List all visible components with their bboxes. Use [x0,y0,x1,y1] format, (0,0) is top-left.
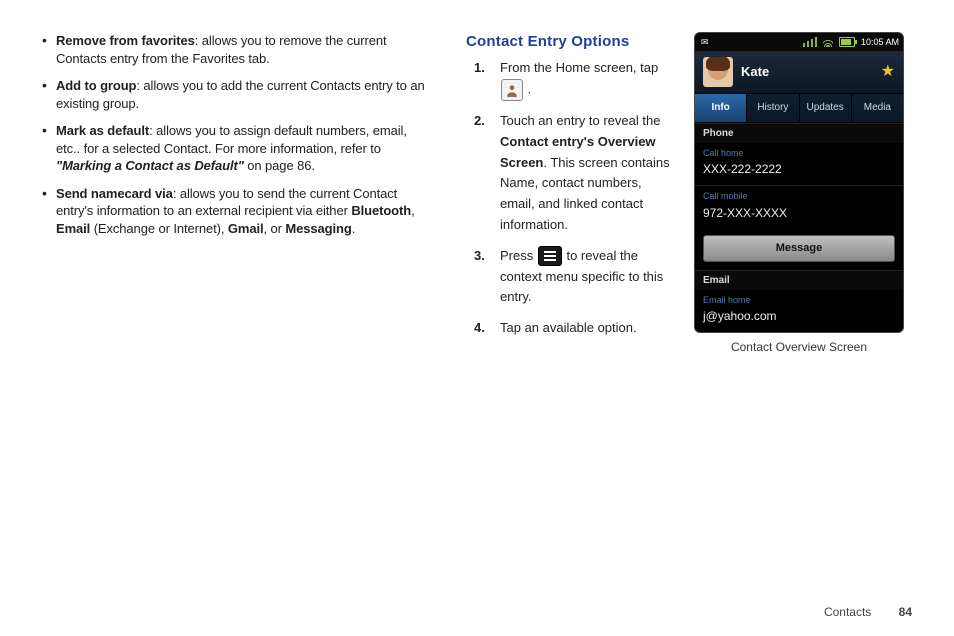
left-column: Remove from favorites: allows you to rem… [42,32,432,356]
tab-history[interactable]: History [747,94,799,122]
term: Send namecard via [56,186,173,201]
email-section: Email [695,270,903,291]
tab-updates[interactable]: Updates [800,94,852,122]
call-mobile-label: Call mobile [703,190,895,202]
clock: 10:05 AM [861,36,899,48]
call-mobile-number: 972-XXX-XXXX [703,205,895,221]
message-button[interactable]: Message [703,235,895,262]
tab-media[interactable]: Media [852,94,903,122]
step-3: Press to reveal the context menu specifi… [488,246,676,308]
email-home-value: j@yahoo.com [703,308,895,324]
bullet-add-to-group: Add to group: allows you to add the curr… [42,77,432,112]
email-home-label: Email home [703,294,895,306]
call-home-label: Call home [703,147,895,159]
term: Add to group [56,78,136,93]
contact-header: Kate ★ [695,51,903,94]
call-home-number: XXX-222-2222 [703,161,895,177]
avatar [703,57,733,87]
footer-page-number: 84 [899,605,912,619]
step-4: Tap an available option. [488,318,676,339]
section-heading: Contact Entry Options [466,32,676,52]
favorite-star-icon: ★ [881,61,895,83]
manual-page: Remove from favorites: allows you to rem… [0,0,954,636]
phone-screenshot: ✉ 10:05 AM Kate ★ Info [694,32,904,333]
tab-info[interactable]: Info [695,94,747,122]
phone-section: Phone [695,123,903,144]
options-bullet-list: Remove from favorites: allows you to rem… [42,32,432,237]
menu-hardkey-icon [538,246,562,266]
page-footer: Contacts 84 [824,604,912,620]
bullet-send-namecard: Send namecard via: allows you to send th… [42,185,432,238]
contact-name: Kate [741,63,769,81]
status-bar: ✉ 10:05 AM [695,33,903,51]
footer-section: Contacts [824,605,871,619]
steps-list: From the Home screen, tap . Touch an ent… [466,58,676,339]
right-column: Contact Entry Options From the Home scre… [466,32,912,356]
term: Remove from favorites [56,33,195,48]
desc-post: on page 86. [244,158,315,173]
email-home-row[interactable]: Email home j@yahoo.com [695,290,903,332]
step-2: Touch an entry to reveal the Contact ent… [488,111,676,236]
call-home-row[interactable]: Call home XXX-222-2222 [695,143,903,186]
cross-ref: "Marking a Contact as Default" [56,158,244,173]
figure-caption: Contact Overview Screen [694,339,904,355]
wifi-icon [823,37,833,47]
contacts-app-icon [501,79,523,101]
bullet-mark-as-default: Mark as default: allows you to assign de… [42,122,432,175]
contact-tabs: Info History Updates Media [695,94,903,123]
battery-icon [839,37,855,47]
step-1: From the Home screen, tap . [488,58,676,101]
envelope-icon: ✉ [701,36,709,48]
bullet-remove-favorites: Remove from favorites: allows you to rem… [42,32,432,67]
signal-icon [803,37,817,47]
call-mobile-row[interactable]: Call mobile 972-XXX-XXXX [695,186,903,228]
term: Mark as default [56,123,149,138]
